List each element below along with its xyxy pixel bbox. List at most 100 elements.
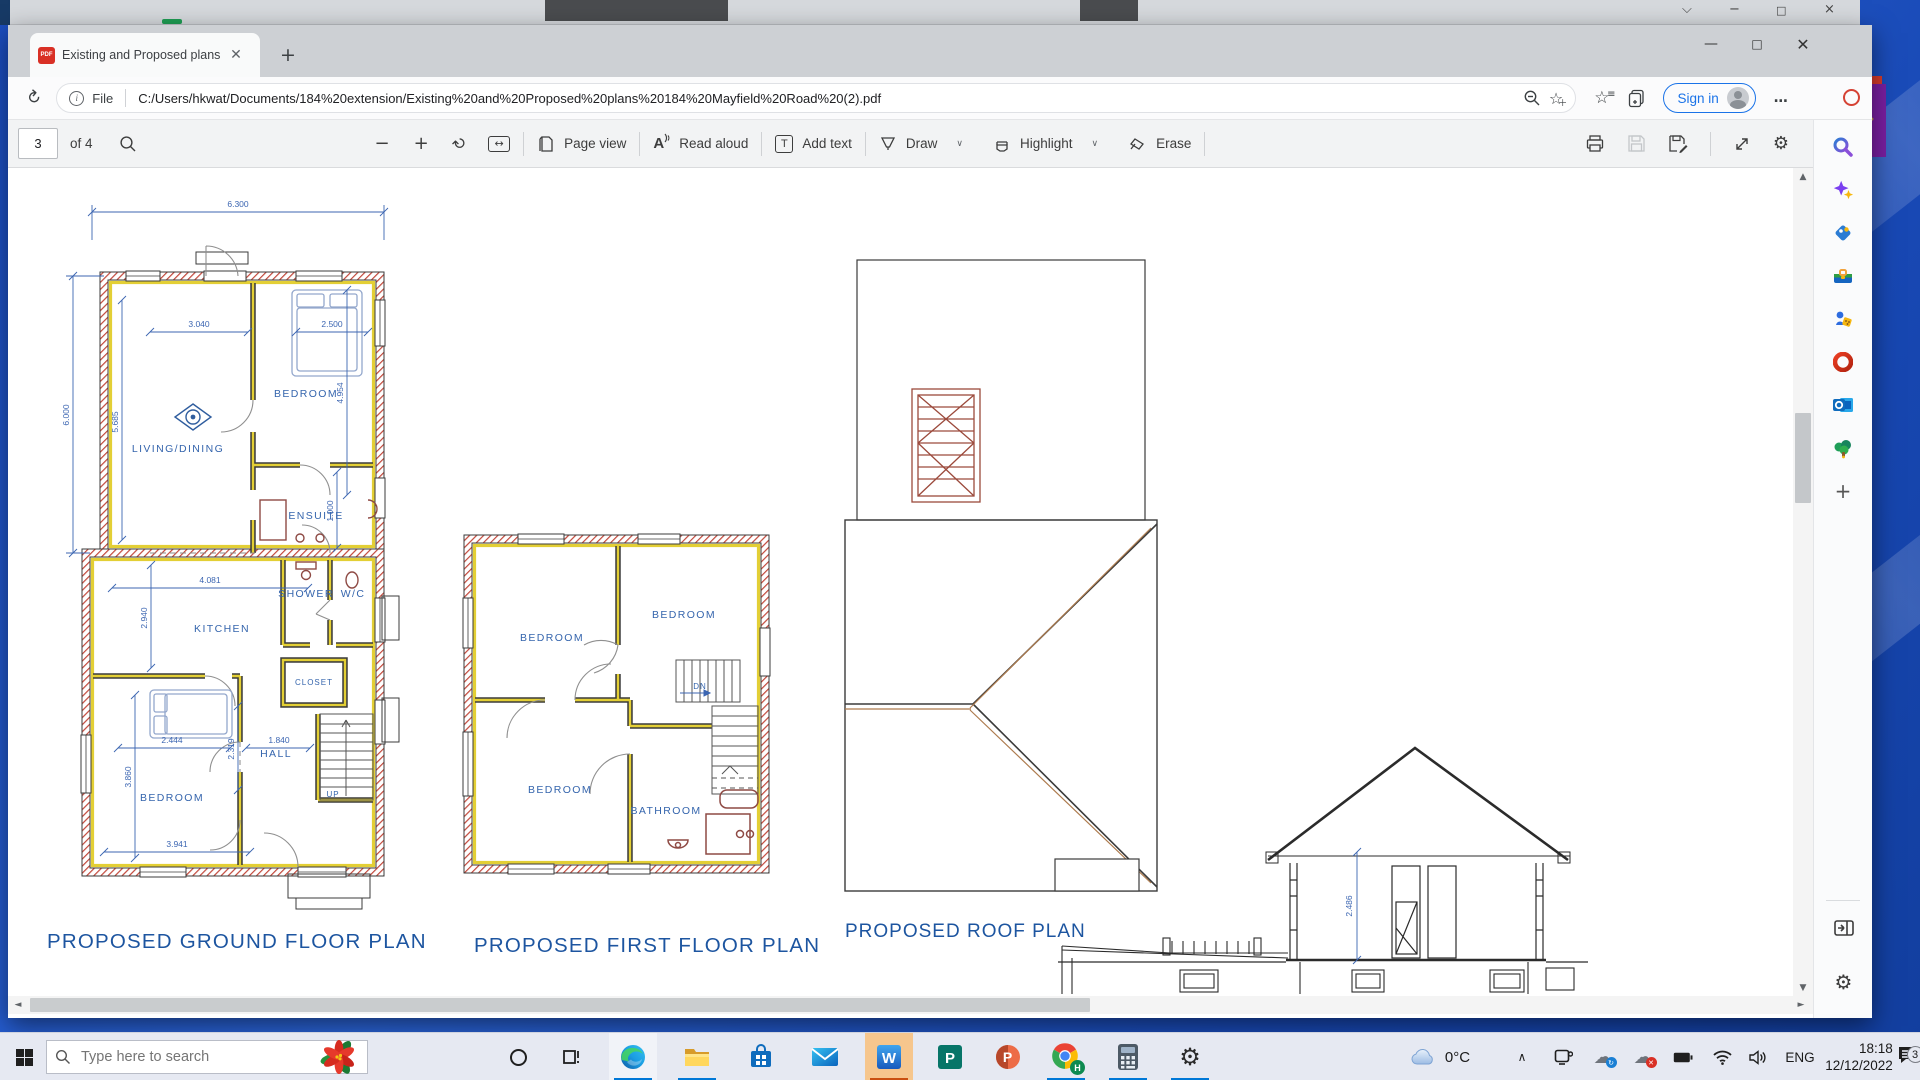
maximize-icon[interactable]: □ (1776, 4, 1786, 17)
url-text[interactable]: C:/Users/hkwat/Documents/184%20extension… (138, 91, 1515, 106)
sidebar-tools-icon[interactable] (1830, 263, 1856, 289)
vertical-scrollbar[interactable]: ▲ ▼ (1793, 168, 1813, 996)
sidebar-add-icon[interactable]: + (1830, 478, 1856, 504)
taskbar-powerpoint-icon[interactable]: P (984, 1033, 1032, 1080)
vertical-scroll-thumb[interactable] (1795, 413, 1811, 503)
volume-icon[interactable] (1741, 1033, 1775, 1080)
chevron-down-icon[interactable]: ⌵ (1682, 2, 1692, 17)
svg-text:W/C: W/C (341, 588, 366, 600)
zoom-in-button[interactable]: + (414, 133, 429, 154)
zoom-out-button[interactable]: − (375, 133, 390, 154)
draw-button[interactable]: Draw ∨ (879, 135, 963, 153)
tab-close-icon[interactable]: ✕ (227, 46, 245, 64)
clock[interactable]: 18:18 12/12/2022 (1822, 1033, 1896, 1080)
svg-text:BEDROOM: BEDROOM (520, 632, 584, 644)
time-label: 18:18 (1825, 1040, 1893, 1057)
horizontal-scrollbar[interactable]: ◄ ► (8, 996, 1813, 1014)
avatar (1727, 87, 1749, 109)
scroll-down-icon[interactable]: ▼ (1793, 979, 1813, 996)
page-info-icon[interactable]: i (69, 91, 84, 106)
window-bottom-edge (8, 1014, 1813, 1018)
save-icon[interactable] (1627, 134, 1646, 153)
open-in-sidebar-button[interactable] (1814, 918, 1873, 938)
sign-in-label: Sign in (1678, 91, 1719, 106)
chevron-down-icon[interactable]: ∨ (1092, 139, 1099, 149)
erase-button[interactable]: Erase (1128, 135, 1191, 153)
taskbar-store-icon[interactable] (737, 1033, 785, 1080)
scroll-right-icon[interactable]: ► (1791, 996, 1811, 1014)
add-text-button[interactable]: T Add text (775, 135, 852, 153)
taskbar-word-icon[interactable]: W (865, 1033, 913, 1080)
taskbar-search-box[interactable] (46, 1040, 368, 1074)
zoom-out-icon[interactable] (1523, 89, 1541, 107)
refresh-icon[interactable]: ↻ (21, 86, 45, 110)
wifi-icon[interactable] (1705, 1033, 1739, 1080)
battery-icon[interactable] (1666, 1033, 1700, 1080)
window-maximize-button[interactable]: □ (1734, 25, 1780, 63)
scroll-up-icon[interactable]: ▲ (1793, 168, 1813, 185)
cast-icon[interactable] (1546, 1033, 1580, 1080)
tab-pdf-document[interactable]: PDF Existing and Proposed plans 184 ✕ (30, 33, 260, 77)
rotate-icon[interactable]: ↻ (448, 132, 471, 155)
collections-icon[interactable] (1628, 89, 1647, 108)
chevron-down-icon[interactable]: ∨ (956, 139, 963, 149)
background-window-dark-tab (545, 0, 728, 21)
favorites-icon[interactable]: ☆≡ (1594, 88, 1609, 108)
search-icon[interactable] (119, 135, 137, 153)
sidebar-tree-icon[interactable] (1830, 435, 1856, 461)
svg-text:4.081: 4.081 (199, 575, 221, 585)
window-minimize-button[interactable]: — (1688, 25, 1734, 63)
sidebar-shopping-icon[interactable] (1830, 220, 1856, 246)
sidebar-outlook-icon[interactable] (1830, 392, 1856, 418)
onedrive-sync-icon[interactable]: ☁↻ (1586, 1033, 1620, 1080)
taskbar-chrome-icon[interactable]: H (1042, 1033, 1090, 1080)
taskbar-mail-icon[interactable] (801, 1033, 849, 1080)
page-view-button[interactable]: Page view (537, 135, 626, 153)
onedrive-error-icon[interactable]: ☁✕ (1626, 1033, 1660, 1080)
add-favorite-icon[interactable]: ☆＋ (1549, 89, 1563, 108)
scroll-left-icon[interactable]: ◄ (8, 996, 28, 1014)
taskbar-publisher-icon[interactable]: P (926, 1033, 974, 1080)
sign-in-button[interactable]: Sign in (1663, 83, 1756, 113)
taskbar-weather[interactable]: 0°C (1385, 1033, 1495, 1080)
window-close-button[interactable]: ✕ (1780, 25, 1826, 63)
sidebar-search-icon[interactable] (1830, 134, 1856, 160)
svg-text:2.486: 2.486 (1344, 895, 1354, 917)
cortana-button[interactable] (494, 1033, 542, 1080)
taskbar-edge-icon[interactable] (609, 1033, 657, 1080)
language-indicator[interactable]: ENG (1779, 1033, 1821, 1080)
fullscreen-icon[interactable] (1733, 135, 1751, 153)
background-window-edge (0, 0, 10, 25)
pdf-settings-gear-icon[interactable]: ⚙ (1773, 133, 1789, 154)
page-number-input[interactable] (18, 128, 58, 159)
poinsettia-icon[interactable] (319, 1037, 359, 1077)
cloud-icon (1410, 1048, 1436, 1066)
new-tab-button[interactable]: + (274, 41, 302, 69)
svg-text:1.840: 1.840 (268, 735, 290, 745)
sidebar-games-icon[interactable] (1830, 306, 1856, 332)
read-aloud-button[interactable]: A Read aloud (653, 135, 748, 152)
sidebar-settings-gear-icon[interactable]: ⚙ (1814, 970, 1873, 994)
tray-show-hidden-icons[interactable]: ∧ (1506, 1033, 1538, 1080)
address-bar: ↻ i File C:/Users/hkwat/Documents/184%20… (8, 77, 1872, 120)
taskbar-calculator-icon[interactable] (1104, 1033, 1152, 1080)
tab-title: Existing and Proposed plans 184 (62, 48, 220, 62)
close-icon[interactable]: × (1824, 2, 1835, 17)
read-aloud-label: Read aloud (679, 136, 748, 151)
horizontal-scroll-thumb[interactable] (30, 998, 1090, 1012)
sidebar-office-icon[interactable] (1830, 349, 1856, 375)
highlight-button[interactable]: Highlight ∨ (993, 135, 1098, 153)
sidebar-discover-icon[interactable] (1830, 177, 1856, 203)
search-input[interactable] (81, 1049, 281, 1065)
fit-to-width-icon[interactable]: ↔ (488, 136, 510, 152)
url-field[interactable]: i File C:/Users/hkwat/Documents/184%20ex… (56, 83, 1576, 113)
task-view-button[interactable] (548, 1033, 596, 1080)
minimize-icon[interactable]: − (1729, 2, 1740, 17)
settings-menu-icon[interactable]: … (1774, 90, 1790, 106)
taskbar-file-explorer-icon[interactable] (673, 1033, 721, 1080)
print-icon[interactable] (1585, 134, 1605, 154)
taskbar-settings-icon[interactable]: ⚙ (1166, 1033, 1214, 1080)
save-as-icon[interactable] (1668, 134, 1688, 153)
action-center-button[interactable]: 3 (1893, 1033, 1920, 1080)
start-button[interactable] (2, 1033, 46, 1080)
